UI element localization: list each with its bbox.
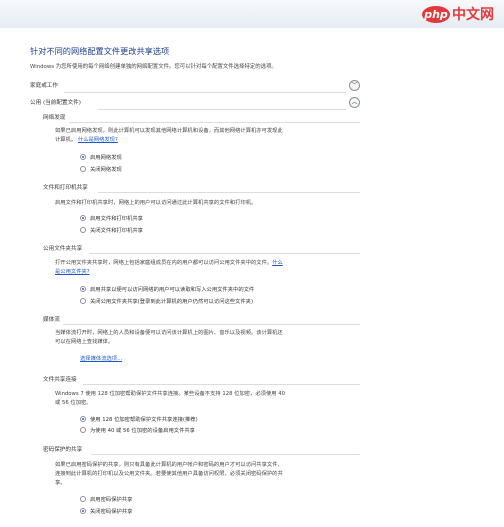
chevron-down-icon[interactable]: ﹀: [349, 80, 360, 91]
radio-enable-file-printer-sharing[interactable]: 启用文件和打印机共享: [80, 213, 143, 223]
radio-enable-public-folder-sharing[interactable]: 启用共享以便可以访问网络的用户可以读取和写入公用文件夹中的文件: [80, 284, 254, 294]
what-is-public-folder-link-cont[interactable]: 是公用文件夹?: [55, 269, 90, 275]
media-streaming-description: 当媒体流打开时，网络上的人员和设备便可以访问该计算机上的图片、音乐以及视频。该计…: [55, 329, 360, 347]
description-line: 连接到此计算机的打印机以及公用文件夹。若要使其他用户具备访问权限，必须关闭密码保…: [55, 471, 283, 478]
description-line: 当媒体流打开时，网络上的人员和设备便可以访问该计算机上的图片、音乐以及视频。该计…: [55, 330, 283, 336]
radio-unselected-icon: [80, 227, 86, 233]
section-heading: 文件和打印机共享: [43, 185, 88, 191]
radio-disable-network-discovery[interactable]: 关闭网络发现: [80, 164, 122, 174]
radio-unselected-icon: [80, 166, 86, 172]
section-network-discovery: 网络发现: [43, 113, 360, 123]
profile-home-work[interactable]: 家庭或工作 ﹀: [30, 80, 360, 93]
radio-unselected-icon: [80, 427, 86, 433]
password-sharing-description: 如果已启用密码保护的共享，则只有具备此计算机的用户帐户和密码的用户才可以访问共享…: [55, 461, 360, 489]
radio-label: 关闭公用文件夹共享(登录到此计算机的用户仍然可以访问这些文件夹): [90, 299, 254, 305]
radio-label: 启用共享以便可以访问网络的用户可以读取和写入公用文件夹中的文件: [90, 287, 255, 293]
section-heading: 公用文件夹共享: [43, 246, 83, 252]
radio-label: 启用网络发现: [90, 155, 122, 161]
radio-label: 为使用 40 或 56 位加密的设备启用文件共享: [90, 428, 195, 434]
file-sharing-connections-description: Windows 7 使用 128 位加密帮助保护文件共享连接。某些设备不支持 1…: [55, 390, 360, 408]
radio-label: 关闭文件和打印机共享: [90, 228, 143, 234]
radio-use-128-bit-encryption[interactable]: 使用 128 位加密帮助保护文件共享连接(推荐): [80, 414, 198, 424]
section-password-protected-sharing: 密码保护的共享: [43, 445, 360, 455]
radio-disable-password-protected-sharing[interactable]: 关闭密码保护共享: [80, 506, 132, 516]
divider: [83, 384, 360, 385]
divider: [69, 122, 360, 123]
radio-label: 启用密码保护共享: [90, 497, 133, 503]
divider: [89, 253, 360, 254]
what-is-public-folder-link[interactable]: 什么: [272, 260, 283, 266]
section-heading: 密码保护的共享: [43, 447, 83, 453]
divider: [63, 324, 360, 325]
section-public-folder-sharing: 公用文件夹共享: [43, 244, 360, 254]
radio-selected-icon: [80, 508, 86, 514]
radio-enable-network-discovery[interactable]: 启用网络发现: [80, 152, 122, 162]
radio-label: 关闭网络发现: [90, 167, 122, 173]
chevron-up-icon[interactable]: ︿: [349, 97, 360, 108]
description-line: 如果已启用密码保护的共享，则只有具备此计算机的用户帐户和密码的用户才可以访问共享…: [55, 462, 283, 468]
divider: [64, 92, 346, 93]
radio-selected-icon: [80, 215, 86, 221]
watermark-text: 中文网: [452, 7, 494, 23]
radio-unselected-icon: [80, 298, 86, 304]
radio-selected-icon: [80, 416, 86, 422]
description-line: 可以在网络上查找媒体。: [55, 339, 114, 346]
radio-disable-public-folder-sharing[interactable]: 关闭公用文件夹共享(登录到此计算机的用户仍然可以访问这些文件夹): [80, 296, 253, 306]
section-heading: 网络发现: [43, 115, 66, 121]
description-line: 如果已启用网络发现，则此计算机可以发现其他网络计算机和设备，而其他网络计算机亦可…: [55, 128, 283, 134]
top-bar: php 中文网: [0, 0, 504, 28]
section-file-printer-sharing: 文件和打印机共享: [43, 183, 360, 193]
radio-use-40-56-bit-encryption[interactable]: 为使用 40 或 56 位加密的设备启用文件共享: [80, 425, 195, 435]
radio-label: 启用文件和打印机共享: [90, 216, 143, 222]
description-line: 计算机。: [55, 137, 77, 144]
php-cn-watermark: php 中文网: [422, 3, 494, 25]
radio-label: 关闭密码保护共享: [90, 509, 133, 515]
divider: [91, 454, 360, 455]
radio-label: 使用 128 位加密帮助保护文件共享连接(推荐): [90, 417, 198, 423]
page-subtitle: Windows 为您所使用的每个网络创建单独的网络配置文件。您可以针对每个配置文…: [30, 64, 277, 70]
radio-selected-icon: [80, 286, 86, 292]
radio-selected-icon: [80, 154, 86, 160]
section-media-streaming: 媒体流: [43, 315, 360, 325]
radio-disable-file-printer-sharing[interactable]: 关闭文件和打印机共享: [80, 225, 143, 235]
radio-enable-password-protected-sharing[interactable]: 启用密码保护共享: [80, 494, 132, 504]
page-title: 针对不同的网络配置文件更改共享选项: [30, 46, 170, 56]
radio-unselected-icon: [80, 496, 86, 502]
section-file-sharing-connections: 文件共享连接: [43, 375, 360, 385]
description-line: 或 56 位加密。: [55, 400, 92, 407]
divider: [98, 109, 346, 110]
profile-home-work-label: 家庭或工作: [30, 83, 58, 89]
description-line: 启用文件和打印机共享时，网络上的用户可以访问通过此计算机共享的文件和打印机。: [55, 200, 257, 206]
section-heading: 文件共享连接: [43, 377, 77, 383]
section-heading: 媒体流: [43, 317, 60, 323]
profile-public-label: 公用 (当前配置文件): [30, 100, 81, 106]
description-line: 打开公用文件夹共享时，网络上包括家庭组成员在内的用户都可以访问公用文件夹中的文件…: [55, 260, 273, 266]
network-discovery-description: 如果已启用网络发现，则此计算机可以发现其他网络计算机和设备，而其他网络计算机亦可…: [55, 127, 360, 145]
public-folder-description: 打开公用文件夹共享时，网络上包括家庭组成员在内的用户都可以访问公用文件夹中的文件…: [55, 259, 360, 277]
description-line: 享。: [55, 480, 66, 487]
php-logo-badge: php: [422, 5, 450, 23]
what-is-network-discovery-link[interactable]: 什么是网络发现?: [78, 137, 118, 143]
file-printer-description: 启用文件和打印机共享时，网络上的用户可以访问通过此计算机共享的文件和打印机。: [55, 199, 360, 208]
description-line: Windows 7 使用 128 位加密帮助保护文件共享连接。某些设备不支持 1…: [55, 391, 285, 397]
profile-public[interactable]: 公用 (当前配置文件) ︿: [30, 97, 360, 110]
choose-media-streaming-options-link[interactable]: 选择媒体流选项...: [80, 354, 122, 362]
divider: [98, 192, 360, 193]
